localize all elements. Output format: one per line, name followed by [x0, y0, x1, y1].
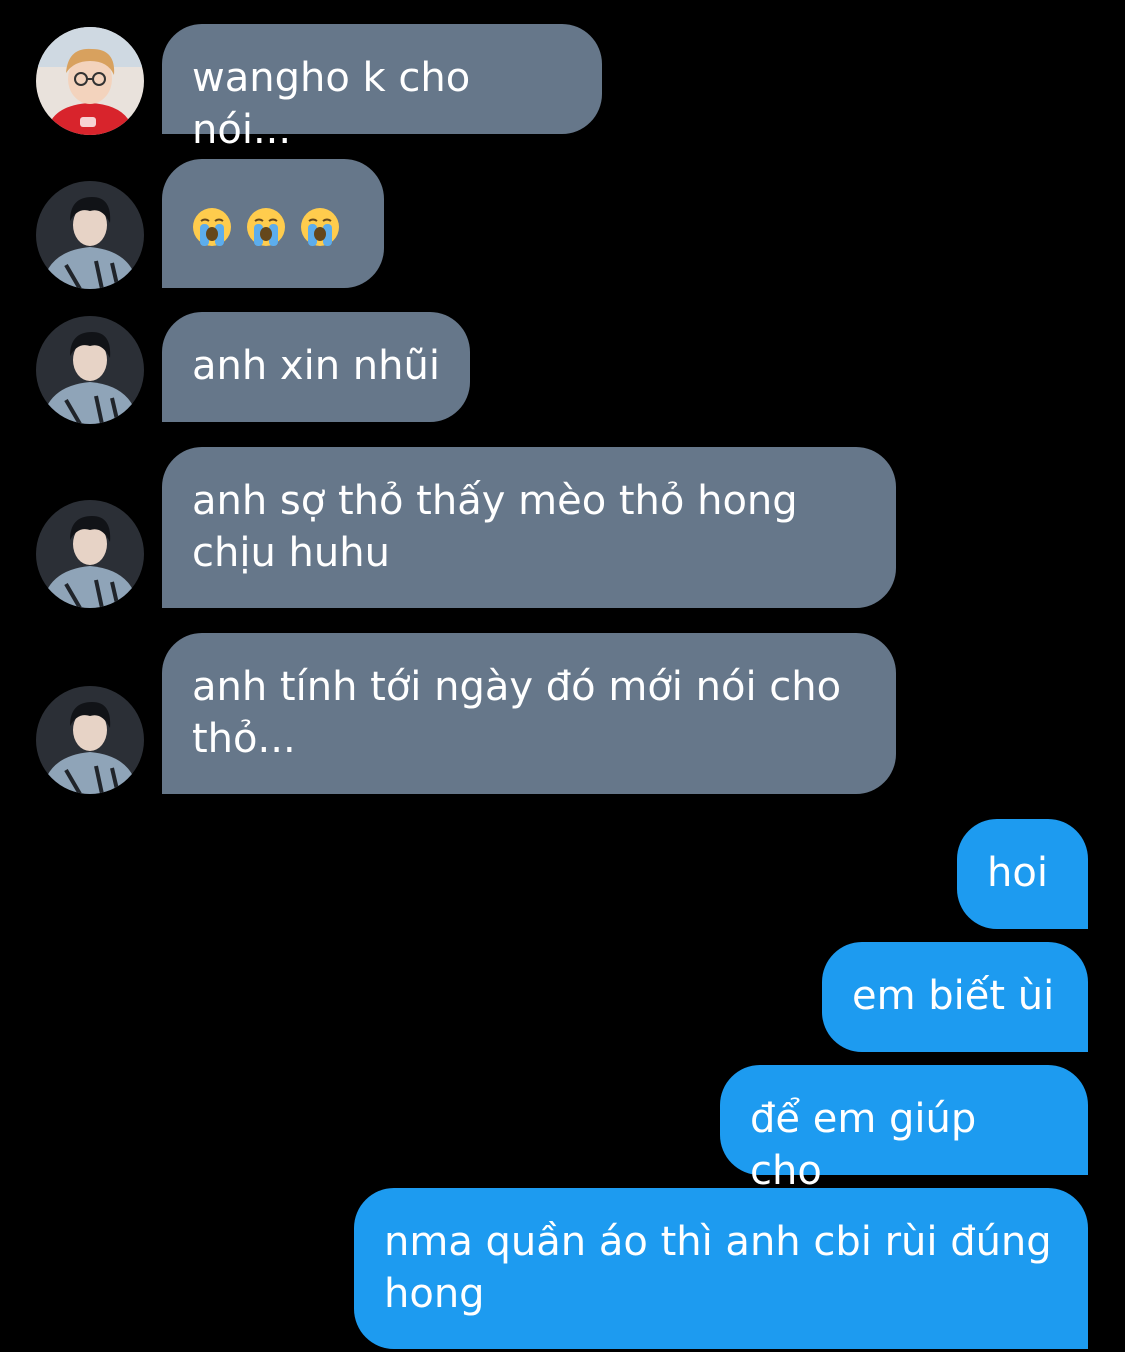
incoming-message[interactable]: [162, 159, 384, 288]
sender-avatar[interactable]: [36, 27, 144, 135]
outgoing-message[interactable]: nma quần áo thì anh cbi rùi đúng hong: [354, 1188, 1088, 1349]
outgoing-message[interactable]: em biết ùi: [822, 942, 1088, 1052]
incoming-message[interactable]: anh tính tới ngày đó mới nói cho thỏ...: [162, 633, 896, 794]
sender-avatar[interactable]: [36, 316, 144, 424]
loudly-crying-face-emoji-icon: [301, 208, 339, 246]
emoji-row: [192, 187, 354, 247]
sender-avatar[interactable]: [36, 686, 144, 794]
avatar-orange-hair-icon: [36, 27, 144, 135]
outgoing-message[interactable]: hoi: [957, 819, 1088, 929]
avatar-dark-hair-icon: [36, 181, 144, 289]
incoming-message[interactable]: anh sợ thỏ thấy mèo thỏ hong chịu huhu: [162, 447, 896, 608]
loudly-crying-face-emoji-icon: [247, 208, 285, 246]
avatar-dark-hair-icon: [36, 500, 144, 608]
sender-avatar[interactable]: [36, 500, 144, 608]
sender-avatar[interactable]: [36, 181, 144, 289]
outgoing-message[interactable]: để em giúp cho: [720, 1065, 1088, 1194]
avatar-dark-hair-icon: [36, 316, 144, 424]
loudly-crying-face-emoji-icon: [193, 208, 231, 246]
avatar-dark-hair-icon: [36, 686, 144, 794]
incoming-message[interactable]: wangho k cho nói...: [162, 24, 602, 153]
incoming-message[interactable]: anh xin nhũi: [162, 312, 470, 422]
